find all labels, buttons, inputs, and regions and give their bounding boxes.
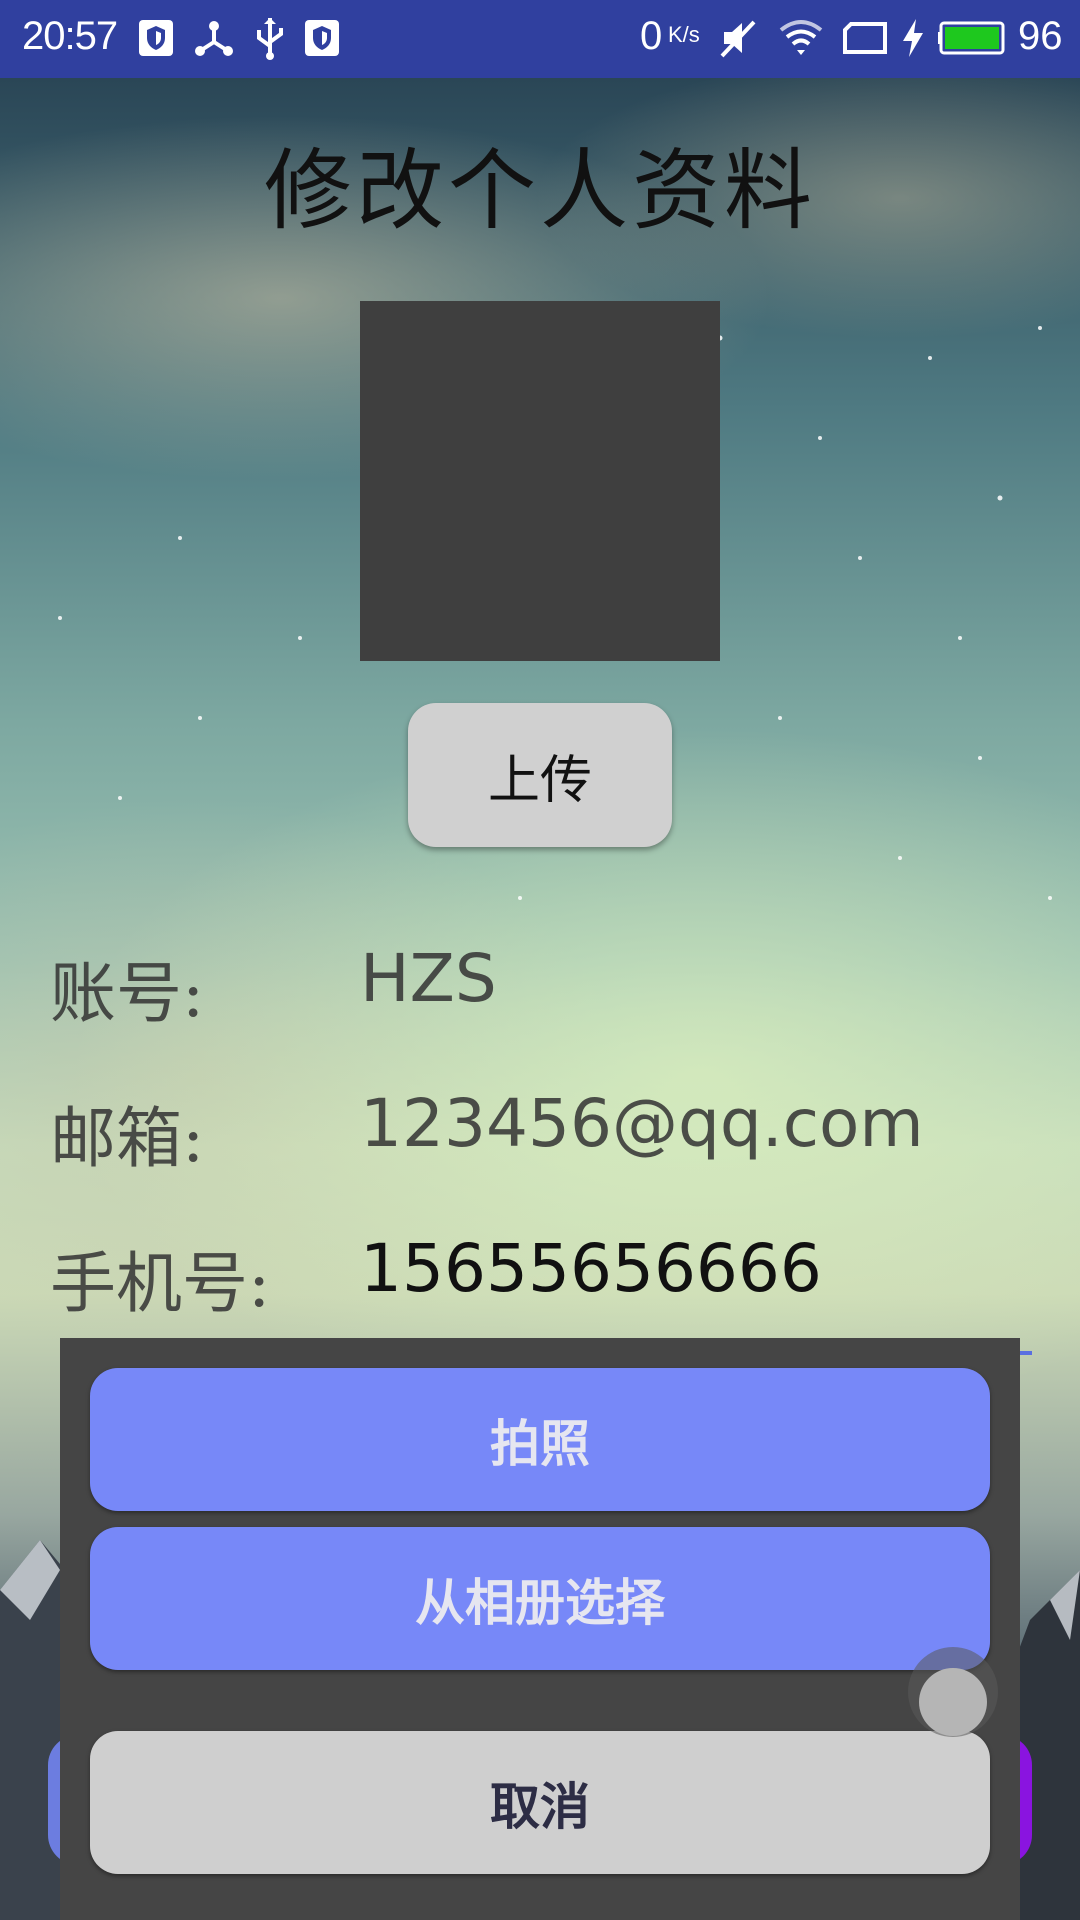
phone-label: 手机号: bbox=[50, 1245, 271, 1322]
email-label: 邮箱: bbox=[50, 1100, 205, 1177]
assistive-touch-dot bbox=[919, 1668, 987, 1736]
status-time: 20:57 bbox=[22, 14, 118, 58]
account-value: HZS bbox=[360, 940, 497, 1017]
usb-icon bbox=[252, 16, 288, 60]
wifi-icon bbox=[776, 16, 826, 60]
shield-icon bbox=[136, 16, 176, 60]
page-title: 修改个人资料 bbox=[263, 139, 816, 242]
net-speed-unit: K/s bbox=[668, 22, 700, 47]
battery-percent: 96 bbox=[1018, 14, 1063, 58]
take-photo-button[interactable]: 拍照 bbox=[90, 1368, 990, 1511]
email-field[interactable]: 123456@qq.com bbox=[360, 1085, 924, 1162]
shield-icon bbox=[302, 16, 342, 60]
phone-field[interactable]: 15655656666 bbox=[360, 1230, 822, 1307]
status-bar: 20:57 0 K/s 96 bbox=[0, 0, 1080, 78]
mute-icon bbox=[716, 16, 760, 60]
choose-album-button[interactable]: 从相册选择 bbox=[90, 1527, 990, 1670]
photo-picker-sheet: 拍照 从相册选择 取消 bbox=[60, 1338, 1020, 1920]
battery-icon bbox=[938, 16, 1008, 60]
screen-icon bbox=[842, 16, 888, 60]
cancel-button[interactable]: 取消 bbox=[90, 1731, 990, 1874]
share-icon bbox=[192, 16, 236, 60]
net-speed: 0 bbox=[640, 14, 663, 58]
upload-button[interactable]: 上传 bbox=[408, 703, 672, 847]
avatar-image[interactable] bbox=[360, 301, 720, 661]
account-label: 账号: bbox=[50, 955, 205, 1032]
charging-icon bbox=[900, 16, 926, 60]
